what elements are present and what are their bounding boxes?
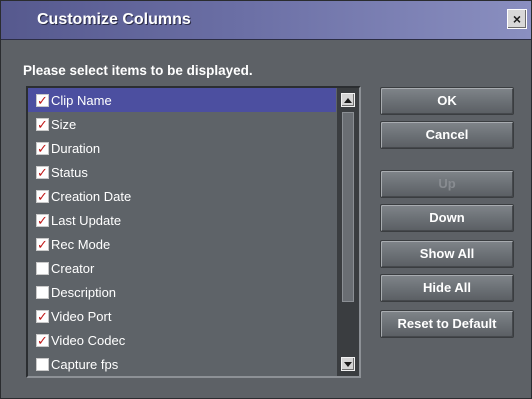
arrow-up-icon — [344, 97, 352, 103]
checkmark-icon: ✓ — [37, 212, 48, 228]
hide-all-button[interactable]: Hide All — [380, 274, 514, 302]
list-item-label: Capture fps — [51, 356, 119, 372]
cancel-button[interactable]: Cancel — [380, 121, 514, 149]
list-item[interactable]: ✓ Clip Name — [28, 88, 336, 112]
list-item[interactable]: ✓ Size — [28, 112, 336, 136]
scroll-up-button[interactable] — [341, 93, 355, 107]
checkmark-icon: ✓ — [37, 188, 48, 204]
list-item-label: Last Update — [51, 212, 122, 228]
move-up-button[interactable]: Up — [380, 170, 514, 198]
list-item-label: Rec Mode — [51, 236, 111, 252]
checkbox[interactable]: ✓ — [36, 236, 49, 252]
list-item-label: Video Codec — [51, 332, 126, 348]
instruction-label: Please select items to be displayed. — [23, 63, 253, 78]
checkbox[interactable]: ✓ — [36, 332, 49, 348]
checkbox[interactable]: ✓ — [36, 116, 49, 132]
list-item-label: Creation Date — [51, 188, 132, 204]
scroll-down-button[interactable] — [341, 357, 355, 371]
checkmark-icon: ✓ — [37, 140, 48, 156]
list-item-label: Duration — [51, 140, 101, 156]
checkbox[interactable]: ✓ — [36, 140, 49, 156]
customize-columns-dialog: Customize Columns × Please select items … — [0, 0, 532, 399]
checkbox[interactable]: ✓ — [36, 308, 49, 324]
checkbox[interactable] — [36, 285, 49, 299]
list-item[interactable]: ✓ Video Port — [28, 304, 336, 328]
checkbox[interactable]: ✓ — [36, 164, 49, 180]
columns-list[interactable]: ✓ Clip Name ✓ Size ✓ Duration ✓ Status ✓ Creation… — [26, 86, 361, 378]
list-item[interactable]: Description — [28, 280, 336, 304]
show-all-button[interactable]: Show All — [380, 240, 514, 268]
list-item[interactable]: ✓ Rec Mode — [28, 232, 336, 256]
checkbox[interactable]: ✓ — [36, 188, 49, 204]
reset-to-default-button[interactable]: Reset to Default — [380, 310, 514, 338]
ok-button[interactable]: OK — [380, 87, 514, 115]
list-item-label: Creator — [51, 260, 95, 276]
move-down-button[interactable]: Down — [380, 204, 514, 232]
checkmark-icon: ✓ — [37, 236, 48, 252]
scroll-thumb[interactable] — [342, 112, 354, 302]
title-bar[interactable]: Customize Columns × — [1, 1, 531, 40]
list-item[interactable]: Capture fps — [28, 352, 336, 376]
checkmark-icon: ✓ — [37, 308, 48, 324]
checkmark-icon: ✓ — [37, 332, 48, 348]
vertical-scrollbar[interactable] — [337, 88, 359, 376]
list-item[interactable]: ✓ Duration — [28, 136, 336, 160]
list-item-label: Video Port — [51, 308, 112, 324]
list-item[interactable]: ✓ Video Codec — [28, 328, 336, 352]
checkbox[interactable]: ✓ — [36, 92, 49, 108]
list-item-label: Size — [51, 116, 77, 132]
dialog-title: Customize Columns — [37, 11, 191, 28]
list-item[interactable]: Creator — [28, 256, 336, 280]
list-item[interactable]: ✓ Last Update — [28, 208, 336, 232]
list-item[interactable]: ✓ Creation Date — [28, 184, 336, 208]
checkbox[interactable] — [36, 357, 49, 371]
checkmark-icon: ✓ — [37, 116, 48, 132]
checkbox[interactable]: ✓ — [36, 212, 49, 228]
list-item[interactable]: ✓ Status — [28, 160, 336, 184]
checkmark-icon: ✓ — [37, 164, 48, 180]
list-item-label: Description — [51, 284, 117, 300]
arrow-down-icon — [344, 361, 352, 367]
close-icon: × — [512, 11, 522, 27]
columns-list-items: ✓ Clip Name ✓ Size ✓ Duration ✓ Status ✓ Creation… — [28, 88, 336, 376]
checkbox[interactable] — [36, 261, 49, 275]
list-item-label: Status — [51, 164, 88, 180]
list-item-label: Clip Name — [51, 92, 112, 108]
checkmark-icon: ✓ — [37, 92, 48, 108]
close-button[interactable]: × — [507, 9, 527, 29]
